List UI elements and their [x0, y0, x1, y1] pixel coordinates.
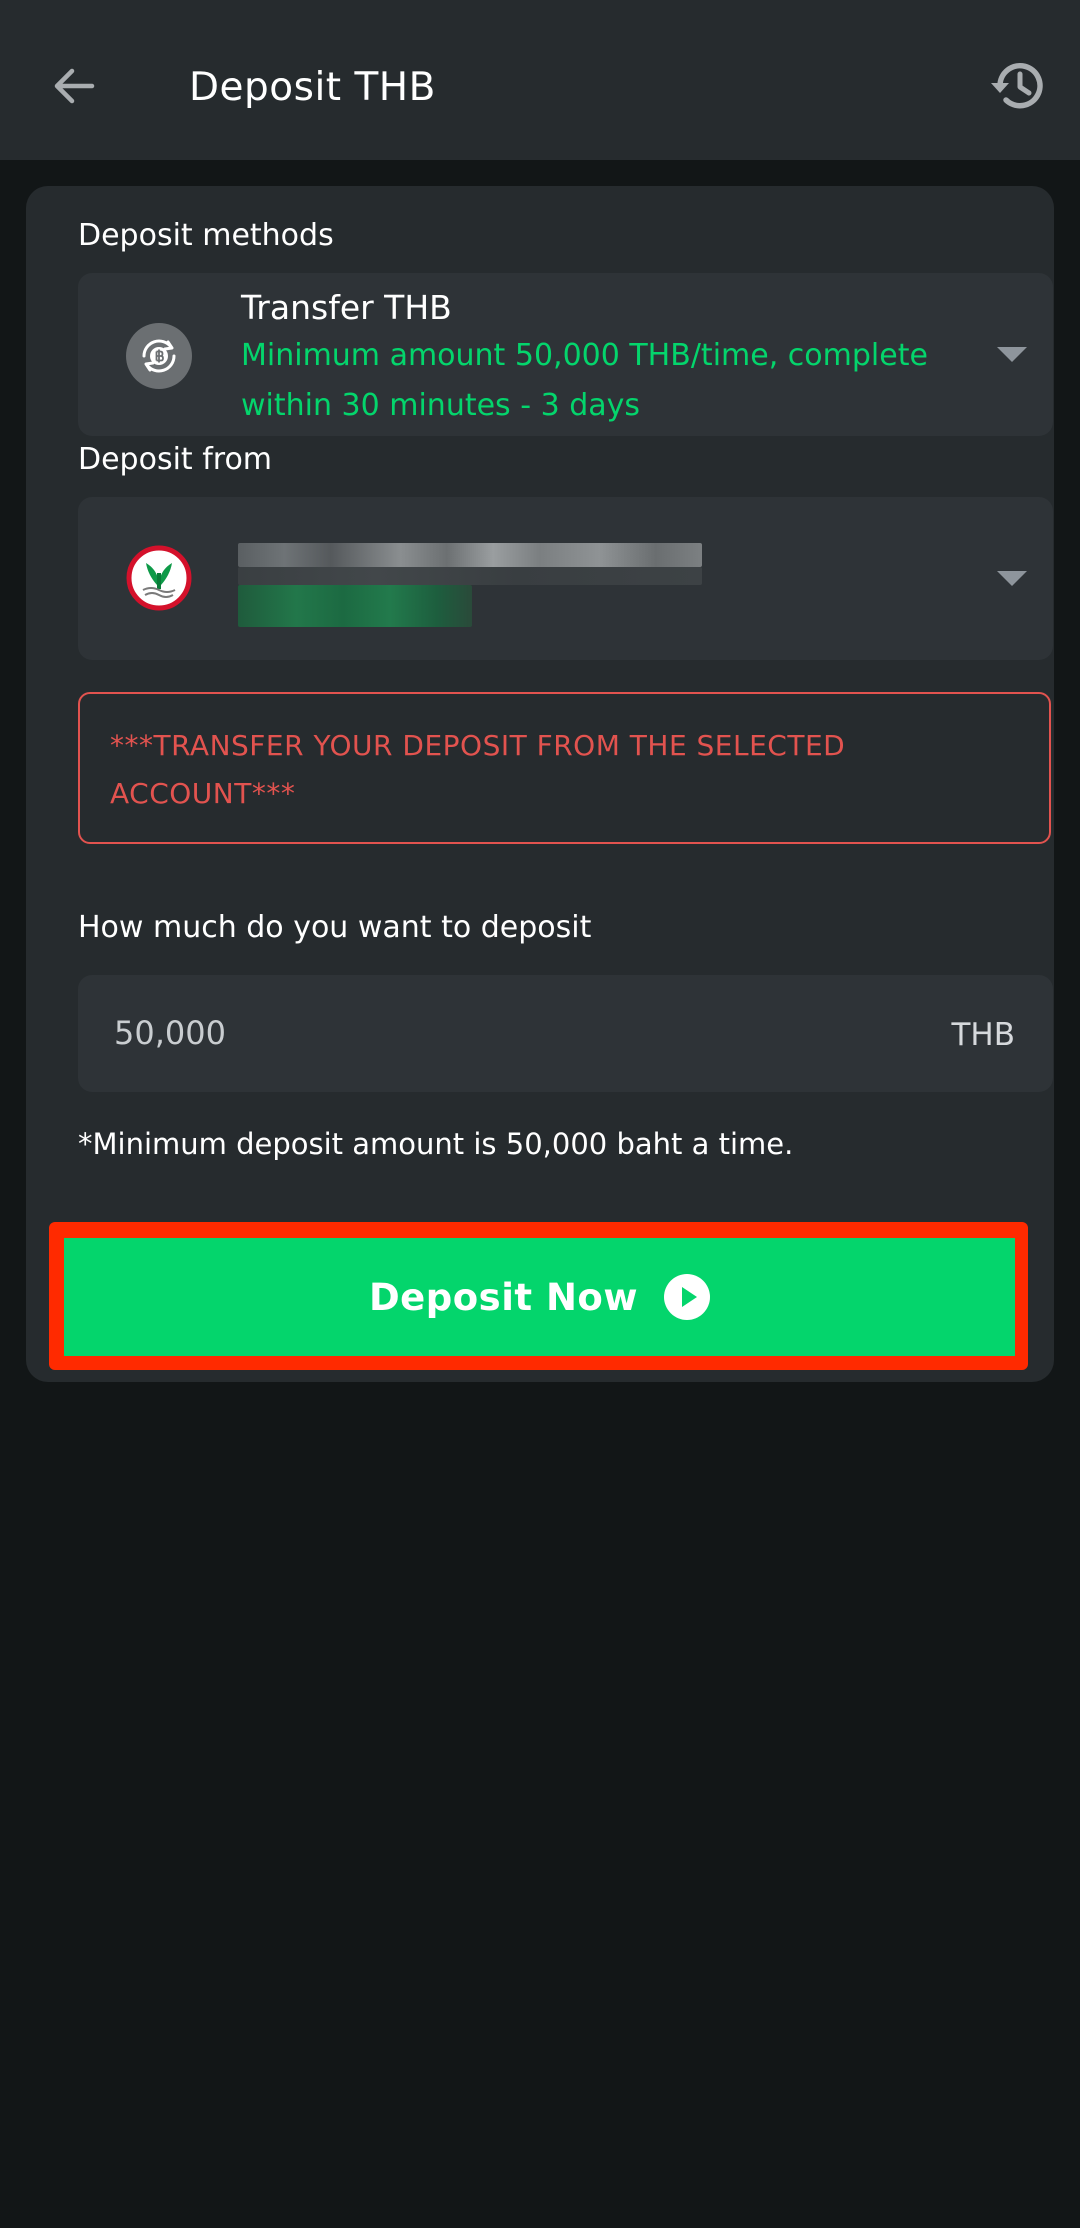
deposit-methods-label: Deposit methods [78, 218, 334, 253]
play-circle-icon [664, 1274, 711, 1320]
app-header: Deposit THB [0, 0, 1080, 160]
account-detail-redacted [238, 567, 702, 585]
page-title: Deposit THB [189, 65, 436, 110]
amount-field[interactable]: THB [78, 975, 1053, 1092]
account-number-redacted [238, 585, 472, 627]
deposit-card: Deposit methods Transfer THB Minimum amo… [26, 186, 1054, 1382]
deposit-amount-label: How much do you want to deposit [78, 910, 592, 945]
account-name-redacted [238, 543, 702, 567]
method-description: Minimum amount 50,000 THB/time, complete… [241, 338, 928, 423]
arrow-left-icon [54, 68, 95, 104]
baht-exchange-icon [126, 323, 192, 389]
back-button[interactable] [34, 46, 114, 126]
amount-input[interactable] [114, 1005, 814, 1061]
history-icon [991, 63, 1043, 109]
currency-label: THB [951, 1017, 1015, 1053]
deposit-from-label: Deposit from [78, 442, 273, 477]
deposit-from-select[interactable] [78, 497, 1053, 660]
warning-banner: ***TRANSFER YOUR DEPOSIT FROM THE SELECT… [78, 692, 1051, 844]
method-title: Transfer THB [241, 288, 452, 327]
warning-text: ***TRANSFER YOUR DEPOSIT FROM THE SELECT… [110, 729, 846, 810]
kasikorn-bank-logo [126, 545, 192, 611]
deposit-method-select[interactable]: Transfer THB Minimum amount 50,000 THB/t… [78, 273, 1053, 436]
minimum-deposit-note: *Minimum deposit amount is 50,000 baht a… [78, 1127, 794, 1161]
history-button[interactable] [976, 44, 1060, 128]
deposit-now-label: Deposit Now [368, 1275, 639, 1319]
deposit-now-button[interactable]: Deposit Now [64, 1238, 1015, 1356]
chevron-down-icon [997, 347, 1027, 362]
chevron-down-icon [997, 571, 1027, 586]
